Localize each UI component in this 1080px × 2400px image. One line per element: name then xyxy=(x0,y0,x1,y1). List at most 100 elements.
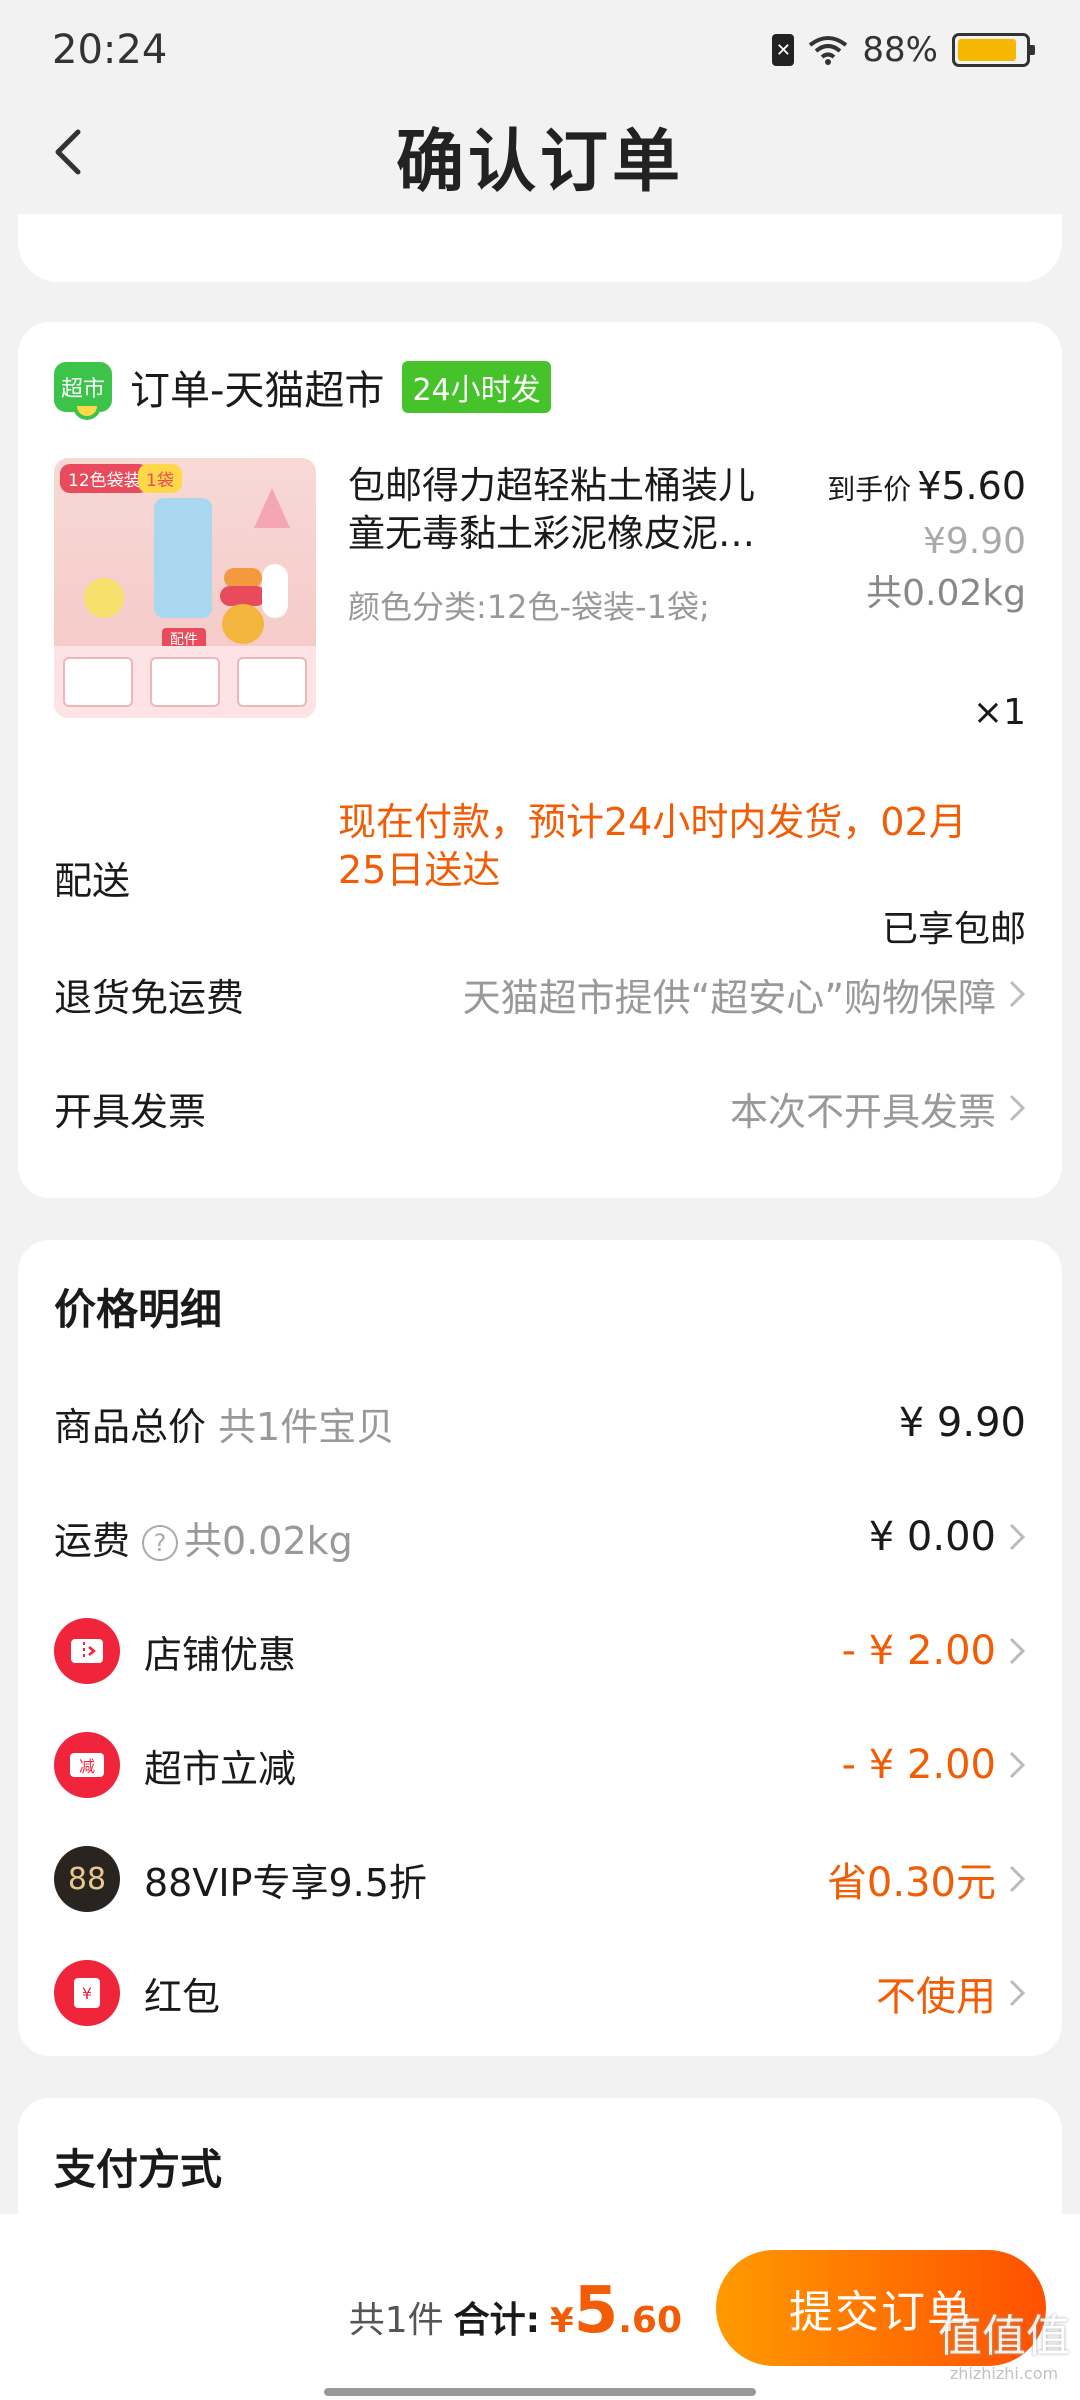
goods-count: 共1件宝贝 xyxy=(218,1404,395,1449)
freight-label-wrap: 运费? 共0.02kg xyxy=(54,1510,353,1565)
battery-level xyxy=(958,39,1017,61)
clay-bunny-shape xyxy=(262,564,288,618)
quantity: ×1 xyxy=(972,692,1026,733)
delivery-estimate: 现在付款，预计24小时内发货，02月 25日送达 xyxy=(338,798,1018,894)
battery-icon xyxy=(952,33,1035,67)
original-price: ¥9.90 xyxy=(922,521,1026,562)
total-decimal: .60 xyxy=(618,2300,682,2341)
sim-icon: ✕ xyxy=(772,34,795,66)
help-icon[interactable]: ? xyxy=(142,1525,179,1561)
accessory-video xyxy=(237,657,308,707)
status-bar: 20:24 ✕ 88% xyxy=(0,0,1080,100)
chevron-right-icon xyxy=(1009,1979,1026,2007)
total-integer: 5 xyxy=(573,2274,619,2348)
image-tag: 12色袋装 xyxy=(60,464,149,493)
final-price-label: 到手价 xyxy=(827,473,912,506)
freight-row[interactable]: 运费? 共0.02kg ¥ 0.00 xyxy=(54,1502,1026,1572)
product-title[interactable]: 包邮得力超轻粘土桶装儿 童无毒黏土彩泥橡皮泥… xyxy=(348,462,798,558)
return-shipping-value: 天猫超市提供“超安心”购物保障 xyxy=(463,967,1026,1022)
vip-discount-amount: 省0.30元 xyxy=(826,1860,996,1906)
invoice-row[interactable]: 开具发票 本次不开具发票 xyxy=(54,1078,1026,1138)
shop-discount-amount: - ¥ 2.00 xyxy=(841,1628,996,1674)
final-price: 到手价 ¥5.60 xyxy=(827,462,1026,514)
watermark-text: 值值值 xyxy=(938,2311,1070,2362)
accessory-strip xyxy=(54,646,316,718)
shop-header[interactable]: 超市 订单-天猫超市 24小时发 xyxy=(54,358,551,420)
product-image[interactable]: 12色袋装 1袋 配件 xyxy=(54,458,316,718)
clay-cone-shape xyxy=(254,488,290,528)
goods-total-label-wrap: 商品总价 共1件宝贝 xyxy=(54,1396,394,1451)
goods-total-row: 商品总价 共1件宝贝 ¥ 9.90 xyxy=(54,1388,1026,1458)
total-amount: ¥5.60 xyxy=(550,2274,682,2348)
shop-discount-label-wrap: 店铺优惠 xyxy=(54,1618,296,1684)
delivery-line1: 现在付款，预计24小时内发货，02月 xyxy=(338,800,967,844)
market-discount-label: 超市立减 xyxy=(144,1746,297,1791)
watermark-logo: 值值值 zhizhizhi.com xyxy=(938,2300,1070,2383)
item-count: 共1件 xyxy=(348,2300,444,2341)
market-discount-row[interactable]: 减 超市立减 - ¥ 2.00 xyxy=(54,1730,1026,1800)
accessory-tools xyxy=(62,657,133,707)
product-title-line2: 童无毒黏土彩泥橡皮泥… xyxy=(348,512,755,555)
vip-discount-row[interactable]: 88 88VIP专享9.5折 省0.30元 xyxy=(54,1844,1026,1914)
chevron-right-icon xyxy=(1009,1523,1026,1551)
market-discount-value: - ¥ 2.00 xyxy=(842,1742,1026,1788)
page-title: 确认订单 xyxy=(395,122,684,202)
red-packet-value: 不使用 xyxy=(876,1964,1026,2022)
red-packet-row[interactable]: ¥ 红包 不使用 xyxy=(54,1958,1026,2028)
wifi-icon xyxy=(809,36,848,65)
home-indicator[interactable] xyxy=(324,2388,756,2396)
red-packet-amount: 不使用 xyxy=(876,1974,996,2020)
red-packet-label-wrap: ¥ 红包 xyxy=(54,1960,220,2026)
freight-label: 运费 xyxy=(54,1518,131,1563)
tmall-supermarket-logo-icon: 超市 xyxy=(54,362,112,420)
back-arrow-icon[interactable] xyxy=(40,122,100,182)
clay-duck-shape xyxy=(84,578,124,618)
order-total: 共1件 合计: ¥5.60 xyxy=(349,2274,682,2348)
goods-total-label: 商品总价 xyxy=(54,1404,207,1449)
red-packet-icon-text: ¥ xyxy=(74,1978,100,2008)
shop-discount-value: - ¥ 2.00 xyxy=(842,1628,1026,1674)
freight-value: ¥ 0.00 xyxy=(869,1514,1026,1560)
return-shipping-row[interactable]: 退货免运费 天猫超市提供“超安心”购物保障 xyxy=(54,964,1026,1024)
battery-percent: 88% xyxy=(862,30,938,70)
market-discount-amount: - ¥ 2.00 xyxy=(841,1742,996,1788)
vip-discount-label: 88VIP专享9.5折 xyxy=(144,1860,427,1905)
product-title-line1: 包邮得力超轻粘土桶装儿 xyxy=(348,464,755,507)
freight-amount: ¥ 0.00 xyxy=(868,1514,996,1560)
total-currency: ¥ xyxy=(550,2301,574,2341)
ship-24h-badge: 24小时发 xyxy=(402,361,551,413)
chevron-right-icon xyxy=(1009,1865,1026,1893)
freight-weight: 共0.02kg xyxy=(184,1518,353,1563)
status-time: 20:24 xyxy=(52,27,168,73)
chevron-right-icon xyxy=(1009,1637,1026,1665)
bottom-bar: 共1件 合计: ¥5.60 提交订单 xyxy=(0,2214,1080,2400)
clay-tube-shape xyxy=(154,498,212,618)
delivery-line2: 25日送达 xyxy=(338,848,501,892)
final-price-value: ¥5.60 xyxy=(917,464,1026,508)
product-spec: 颜色分类:12色-袋装-1袋; xyxy=(348,588,710,626)
price-column: 到手价 ¥5.60 ¥9.90 共0.02kg xyxy=(827,462,1026,618)
payment-title: 支付方式 xyxy=(54,2145,223,2194)
address-card-bottom[interactable] xyxy=(18,214,1062,282)
status-icons: ✕ 88% xyxy=(772,30,1035,70)
shop-discount-row[interactable]: 店铺优惠 - ¥ 2.00 xyxy=(54,1616,1026,1686)
market-discount-label-wrap: 减 超市立减 xyxy=(54,1732,296,1798)
price-detail-card: 价格明细 商品总价 共1件宝贝 ¥ 9.90 运费? 共0.02kg ¥ 0.00 … xyxy=(18,1240,1062,2056)
chevron-right-icon xyxy=(1009,980,1026,1008)
invoice-value: 本次不开具发票 xyxy=(730,1081,1026,1136)
reduce-icon-text: 减 xyxy=(70,1753,104,1777)
accessory-bag xyxy=(149,657,220,707)
shop-name: 订单-天猫超市 xyxy=(130,368,385,414)
invoice-label: 开具发票 xyxy=(54,1089,207,1134)
shop-discount-label: 店铺优惠 xyxy=(144,1632,297,1677)
chevron-right-icon xyxy=(1009,1094,1026,1122)
chevron-right-icon xyxy=(1009,1751,1026,1779)
return-shipping-text: 天猫超市提供“超安心”购物保障 xyxy=(462,975,996,1020)
red-packet-icon: ¥ xyxy=(54,1960,120,2026)
vip-88-icon: 88 xyxy=(54,1846,120,1912)
invoice-text: 本次不开具发票 xyxy=(729,1089,996,1134)
return-shipping-label: 退货免运费 xyxy=(54,975,245,1020)
reduce-icon: 减 xyxy=(54,1732,120,1798)
payment-card: 支付方式 xyxy=(18,2098,1062,2218)
clay-lion-shape xyxy=(222,604,264,644)
